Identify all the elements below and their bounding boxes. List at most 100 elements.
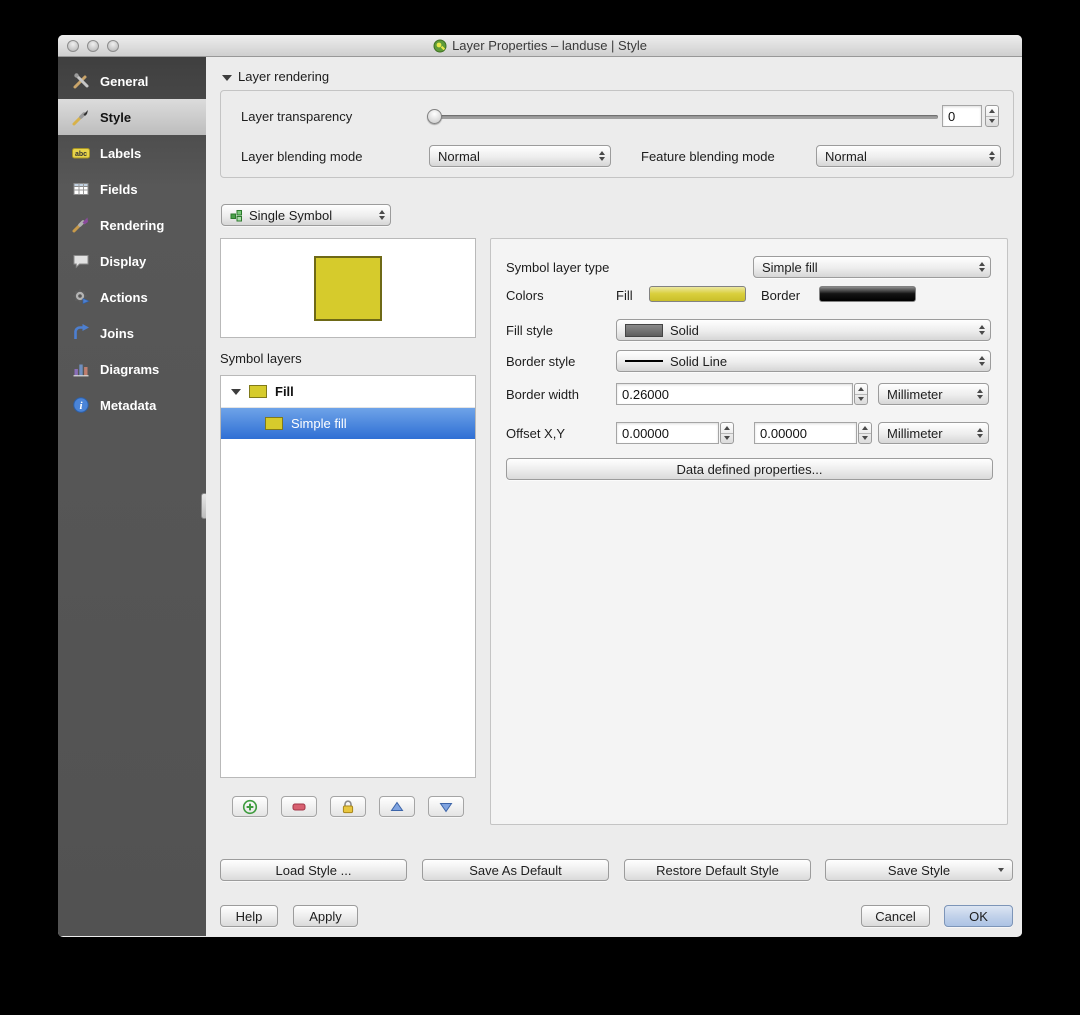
collapse-triangle-icon[interactable] [222,75,232,81]
border-width-stepper[interactable] [854,383,868,405]
offset-unit-dropdown[interactable]: Millimeter [878,422,989,444]
restore-default-style-button[interactable]: Restore Default Style [624,859,811,881]
stepper-up-icon[interactable] [859,423,871,433]
data-defined-properties-button[interactable]: Data defined properties... [506,458,993,480]
remove-minus-icon [292,803,306,810]
renderer-type-dropdown[interactable]: Single Symbol [221,204,391,226]
sidebar-item-display[interactable]: Display [58,243,206,279]
svg-text:abc: abc [75,151,87,158]
symbol-layer-properties-panel: Symbol layer type Simple fill Colors Fil… [490,238,1008,825]
transparency-stepper[interactable] [985,105,999,127]
feature-blending-dropdown[interactable]: Normal [816,145,1001,167]
symbol-layer-type-label: Symbol layer type [506,260,610,275]
rendering-brush-icon [72,217,88,233]
move-layer-down-button[interactable] [428,796,464,817]
stepper-down-icon[interactable] [721,432,733,444]
save-as-default-button[interactable]: Save As Default [422,859,609,881]
symbol-layers-tree: Fill Simple fill [220,375,476,778]
sidebar-item-fields[interactable]: Fields [58,171,206,207]
sidebar-item-labels[interactable]: abc Labels [58,135,206,171]
qgis-app-icon [433,39,447,52]
sidebar-item-style[interactable]: Style [58,99,206,135]
border-color-button[interactable] [819,286,916,302]
load-style-button[interactable]: Load Style ... [220,859,407,881]
popup-arrows-icon [983,146,1000,166]
window-controls [67,40,119,52]
symbol-layer-type-dropdown[interactable]: Simple fill [753,256,991,278]
blending-mode-label: Layer blending mode [241,149,363,164]
popup-arrows-icon [373,205,390,225]
offset-y-stepper[interactable] [858,422,872,444]
sidebar-item-actions[interactable]: Actions [58,279,206,315]
add-plus-icon [242,799,258,814]
arrow-up-icon [390,801,404,811]
info-icon: i [73,397,89,413]
layer-rendering-group: Layer transparency 0 Layer blending mode… [220,90,1014,178]
offset-x-stepper[interactable] [720,422,734,444]
fill-style-label: Fill style [506,323,553,338]
paintbrush-icon [72,110,88,126]
cancel-button[interactable]: Cancel [861,905,930,927]
border-width-label: Border width [506,387,579,402]
solid-fill-swatch [625,323,663,337]
window-title: Layer Properties – landuse | Style [433,38,647,53]
transparency-value-field[interactable]: 0 [942,105,982,127]
title-bar[interactable]: Layer Properties – landuse | Style [58,35,1022,57]
solid-line-swatch [625,360,663,362]
zoom-window-button[interactable] [107,40,119,52]
sidebar-item-rendering[interactable]: Rendering [58,207,206,243]
transparency-slider-track[interactable] [433,115,938,119]
stepper-up-icon[interactable] [721,423,733,433]
transparency-label: Layer transparency [241,109,353,124]
layer-rendering-header[interactable]: Layer rendering [222,69,329,84]
popup-arrows-icon [593,146,610,166]
symbol-layers-label: Symbol layers [220,351,302,366]
popup-arrows-icon [971,384,988,404]
popup-arrows-icon [973,351,990,371]
attribute-table-icon [73,183,89,195]
feature-blending-label: Feature blending mode [641,149,775,164]
sidebar-item-metadata[interactable]: i Metadata [58,387,206,423]
border-width-unit-dropdown[interactable]: Millimeter [878,383,989,405]
stepper-up-icon[interactable] [986,106,998,116]
stepper-up-icon[interactable] [855,384,867,394]
tools-icon [73,73,89,89]
speech-bubble-icon [73,255,89,269]
border-style-dropdown[interactable]: Solid Line [616,350,991,372]
sidebar-item-general[interactable]: General [58,63,206,99]
popup-arrows-icon [973,257,990,277]
popup-arrows-icon [971,423,988,443]
minimize-window-button[interactable] [87,40,99,52]
remove-symbol-layer-button[interactable] [281,796,317,817]
tree-row-simple-fill[interactable]: Simple fill [221,408,475,439]
sidebar-item-joins[interactable]: Joins [58,315,206,351]
apply-button[interactable]: Apply [293,905,358,927]
border-width-field[interactable]: 0.26000 [616,383,853,405]
sidebar-item-diagrams[interactable]: Diagrams [58,351,206,387]
move-layer-up-button[interactable] [379,796,415,817]
expand-triangle-icon[interactable] [231,388,241,395]
border-style-label: Border style [506,354,576,369]
join-arrow-icon [74,324,89,339]
fill-style-dropdown[interactable]: Solid [616,319,991,341]
gear-action-icon [73,289,90,305]
fill-color-button[interactable] [649,286,746,302]
offset-label: Offset X,Y [506,426,566,441]
stepper-down-icon[interactable] [859,432,871,444]
stepper-down-icon[interactable] [986,115,998,127]
ok-button[interactable]: OK [944,905,1013,927]
layer-properties-window: Layer Properties – landuse | Style Gener… [58,35,1022,937]
offset-x-field[interactable]: 0.00000 [616,422,719,444]
close-window-button[interactable] [67,40,79,52]
stepper-down-icon[interactable] [855,393,867,405]
transparency-slider-knob[interactable] [427,109,442,124]
border-color-label: Border [761,288,801,303]
lock-color-button[interactable] [330,796,366,817]
fill-swatch [249,385,267,398]
tree-row-fill[interactable]: Fill [221,376,475,408]
add-symbol-layer-button[interactable] [232,796,268,817]
help-button[interactable]: Help [220,905,278,927]
offset-y-field[interactable]: 0.00000 [754,422,857,444]
layer-blending-dropdown[interactable]: Normal [429,145,611,167]
save-style-button[interactable]: Save Style [825,859,1013,881]
